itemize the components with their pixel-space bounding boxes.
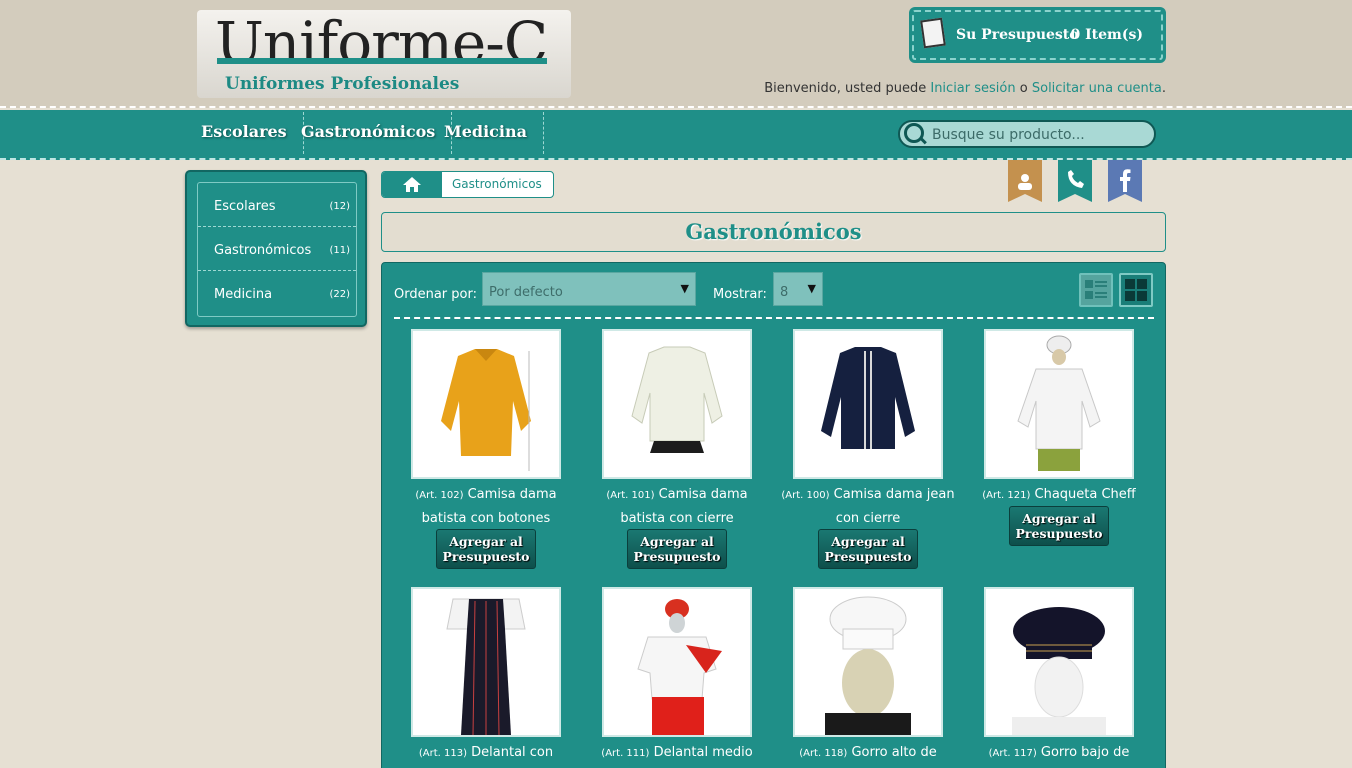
sidebar-item-count: (12) <box>329 201 350 212</box>
facebook-ribbon-icon[interactable] <box>1108 160 1142 202</box>
notepad-icon <box>920 17 946 49</box>
product-name[interactable]: (Art. 113) Delantal con pechera <box>391 741 581 768</box>
products-panel: Ordenar por: Por defecto ▼ Mostrar: 8 ▼ <box>381 262 1166 768</box>
product-image[interactable] <box>793 587 943 737</box>
phone-ribbon-icon[interactable] <box>1058 160 1092 202</box>
order-select-value: Por defecto <box>489 285 563 300</box>
search-icon[interactable] <box>904 123 924 143</box>
bib-apron-image <box>446 598 526 735</box>
logo-subtitle: Uniformes Profesionales <box>225 74 460 94</box>
product-image[interactable] <box>984 329 1134 479</box>
show-select[interactable]: 8 ▼ <box>773 272 823 306</box>
cart-count: 0 Item(s) <box>1070 27 1143 43</box>
nav-item-medicina[interactable]: Medicina <box>429 112 544 154</box>
welcome-suffix: . <box>1161 81 1166 96</box>
low-chef-hat-image <box>1012 607 1106 735</box>
list-view-icon <box>1085 280 1107 299</box>
show-select-value: 8 <box>780 285 789 300</box>
product-art: (Art. 121) <box>982 490 1031 501</box>
list-view-button[interactable] <box>1079 273 1113 307</box>
register-link[interactable]: Solicitar una cuenta <box>1032 81 1162 96</box>
search-box <box>898 120 1156 148</box>
grid-view-button[interactable] <box>1119 273 1153 307</box>
welcome-prefix: Bienvenido, usted puede <box>764 81 927 96</box>
search-input[interactable] <box>932 124 1142 146</box>
product-name[interactable]: (Art. 102) Camisa dama batista con boton… <box>391 483 581 530</box>
add-to-budget-button[interactable]: Agregar al Presupuesto <box>1009 506 1109 546</box>
site-header: Uniforme-C Uniformes Profesionales Su Pr… <box>0 0 1352 108</box>
product-name[interactable]: (Art. 101) Camisa dama batista con cierr… <box>582 483 772 530</box>
product-art: (Art. 117) <box>988 748 1037 759</box>
yellow-shirt-image <box>441 349 531 471</box>
welcome-or: o <box>1019 81 1028 96</box>
breadcrumb: Gastronómicos <box>381 171 554 198</box>
breadcrumb-current: Gastronómicos <box>452 177 542 191</box>
product-title: Camisa dama jean con cierre <box>833 487 955 526</box>
product-title: Chaqueta Cheff <box>1034 487 1136 502</box>
logo-underline <box>217 58 547 64</box>
sidebar-item-label: Medicina <box>214 287 273 302</box>
product-art: (Art. 118) <box>799 748 848 759</box>
product-art: (Art. 111) <box>601 748 650 759</box>
product-name[interactable]: (Art. 121) Chaqueta Cheff <box>964 483 1154 507</box>
product-name[interactable]: (Art. 117) Gorro bajo de <box>964 741 1154 765</box>
product-image[interactable] <box>411 329 561 479</box>
product-image[interactable] <box>602 329 752 479</box>
product-title: Gorro alto de cocinero <box>851 745 937 760</box>
chef-jacket-image <box>1017 335 1101 471</box>
cart-label: Su Presupuesto <box>956 27 1079 43</box>
show-label: Mostrar: <box>713 287 767 302</box>
nav-item-gastronomicos[interactable]: Gastronómicos <box>286 112 453 154</box>
product-art: (Art. 101) <box>606 490 655 501</box>
sidebar-item-count: (22) <box>329 289 350 300</box>
category-sidebar: Escolares (12) Gastronómicos (11) Medici… <box>185 170 367 327</box>
product-image[interactable] <box>602 587 752 737</box>
product-title: Gorro bajo de <box>1040 745 1130 760</box>
product-image[interactable] <box>411 587 561 737</box>
tall-chef-hat-image <box>825 596 911 735</box>
product-title: Delantal con pechera <box>471 745 554 760</box>
product-name[interactable]: (Art. 100) Camisa dama jean con cierre <box>773 483 963 530</box>
add-to-budget-button[interactable]: Agregar al Presupuesto <box>627 529 727 569</box>
product-art: (Art. 102) <box>415 490 464 501</box>
white-shirt-image <box>631 346 723 453</box>
sidebar-item-count: (11) <box>329 245 350 256</box>
product-art: (Art. 113) <box>418 748 467 759</box>
add-to-budget-button[interactable]: Agregar al Presupuesto <box>436 529 536 569</box>
main-nav: Escolares Gastronómicos Medicina <box>0 110 1352 160</box>
product-image[interactable] <box>793 329 943 479</box>
site-logo[interactable]: Uniforme-C Uniformes Profesionales <box>197 10 571 98</box>
welcome-text: Bienvenido, usted puede Iniciar sesión o… <box>764 81 1166 96</box>
login-link[interactable]: Iniciar sesión <box>930 81 1015 96</box>
product-image[interactable] <box>984 587 1134 737</box>
half-apron-image <box>637 599 722 735</box>
budget-cart[interactable]: Su Presupuesto 0 Item(s) <box>912 10 1163 60</box>
product-name[interactable]: (Art. 111) Delantal medio <box>582 741 772 765</box>
toolbar-divider <box>394 317 1154 319</box>
sidebar-item-label: Gastronómicos <box>214 243 312 258</box>
sidebar-item-medicina[interactable]: Medicina (22) <box>198 271 356 315</box>
add-to-budget-button[interactable]: Agregar al Presupuesto <box>818 529 918 569</box>
home-icon <box>403 177 421 192</box>
product-title: Delantal medio <box>653 745 753 760</box>
page-title: Gastronómicos <box>381 212 1166 252</box>
sidebar-item-escolares[interactable]: Escolares (12) <box>198 183 356 227</box>
dropdown-arrow-icon: ▼ <box>680 282 689 295</box>
order-select[interactable]: Por defecto ▼ <box>482 272 696 306</box>
sidebar-item-label: Escolares <box>214 199 276 214</box>
jean-shirt-image <box>821 347 915 449</box>
grid-view-icon <box>1125 279 1147 301</box>
dropdown-arrow-icon: ▼ <box>807 282 816 295</box>
category-list: Escolares (12) Gastronómicos (11) Medici… <box>197 182 357 317</box>
breadcrumb-home[interactable] <box>382 172 442 197</box>
sidebar-item-gastronomicos[interactable]: Gastronómicos (11) <box>198 227 356 271</box>
product-name[interactable]: (Art. 118) Gorro alto de cocinero <box>773 741 963 768</box>
order-label: Ordenar por: <box>394 287 477 302</box>
account-ribbon-icon[interactable] <box>1008 160 1042 202</box>
product-art: (Art. 100) <box>781 490 830 501</box>
